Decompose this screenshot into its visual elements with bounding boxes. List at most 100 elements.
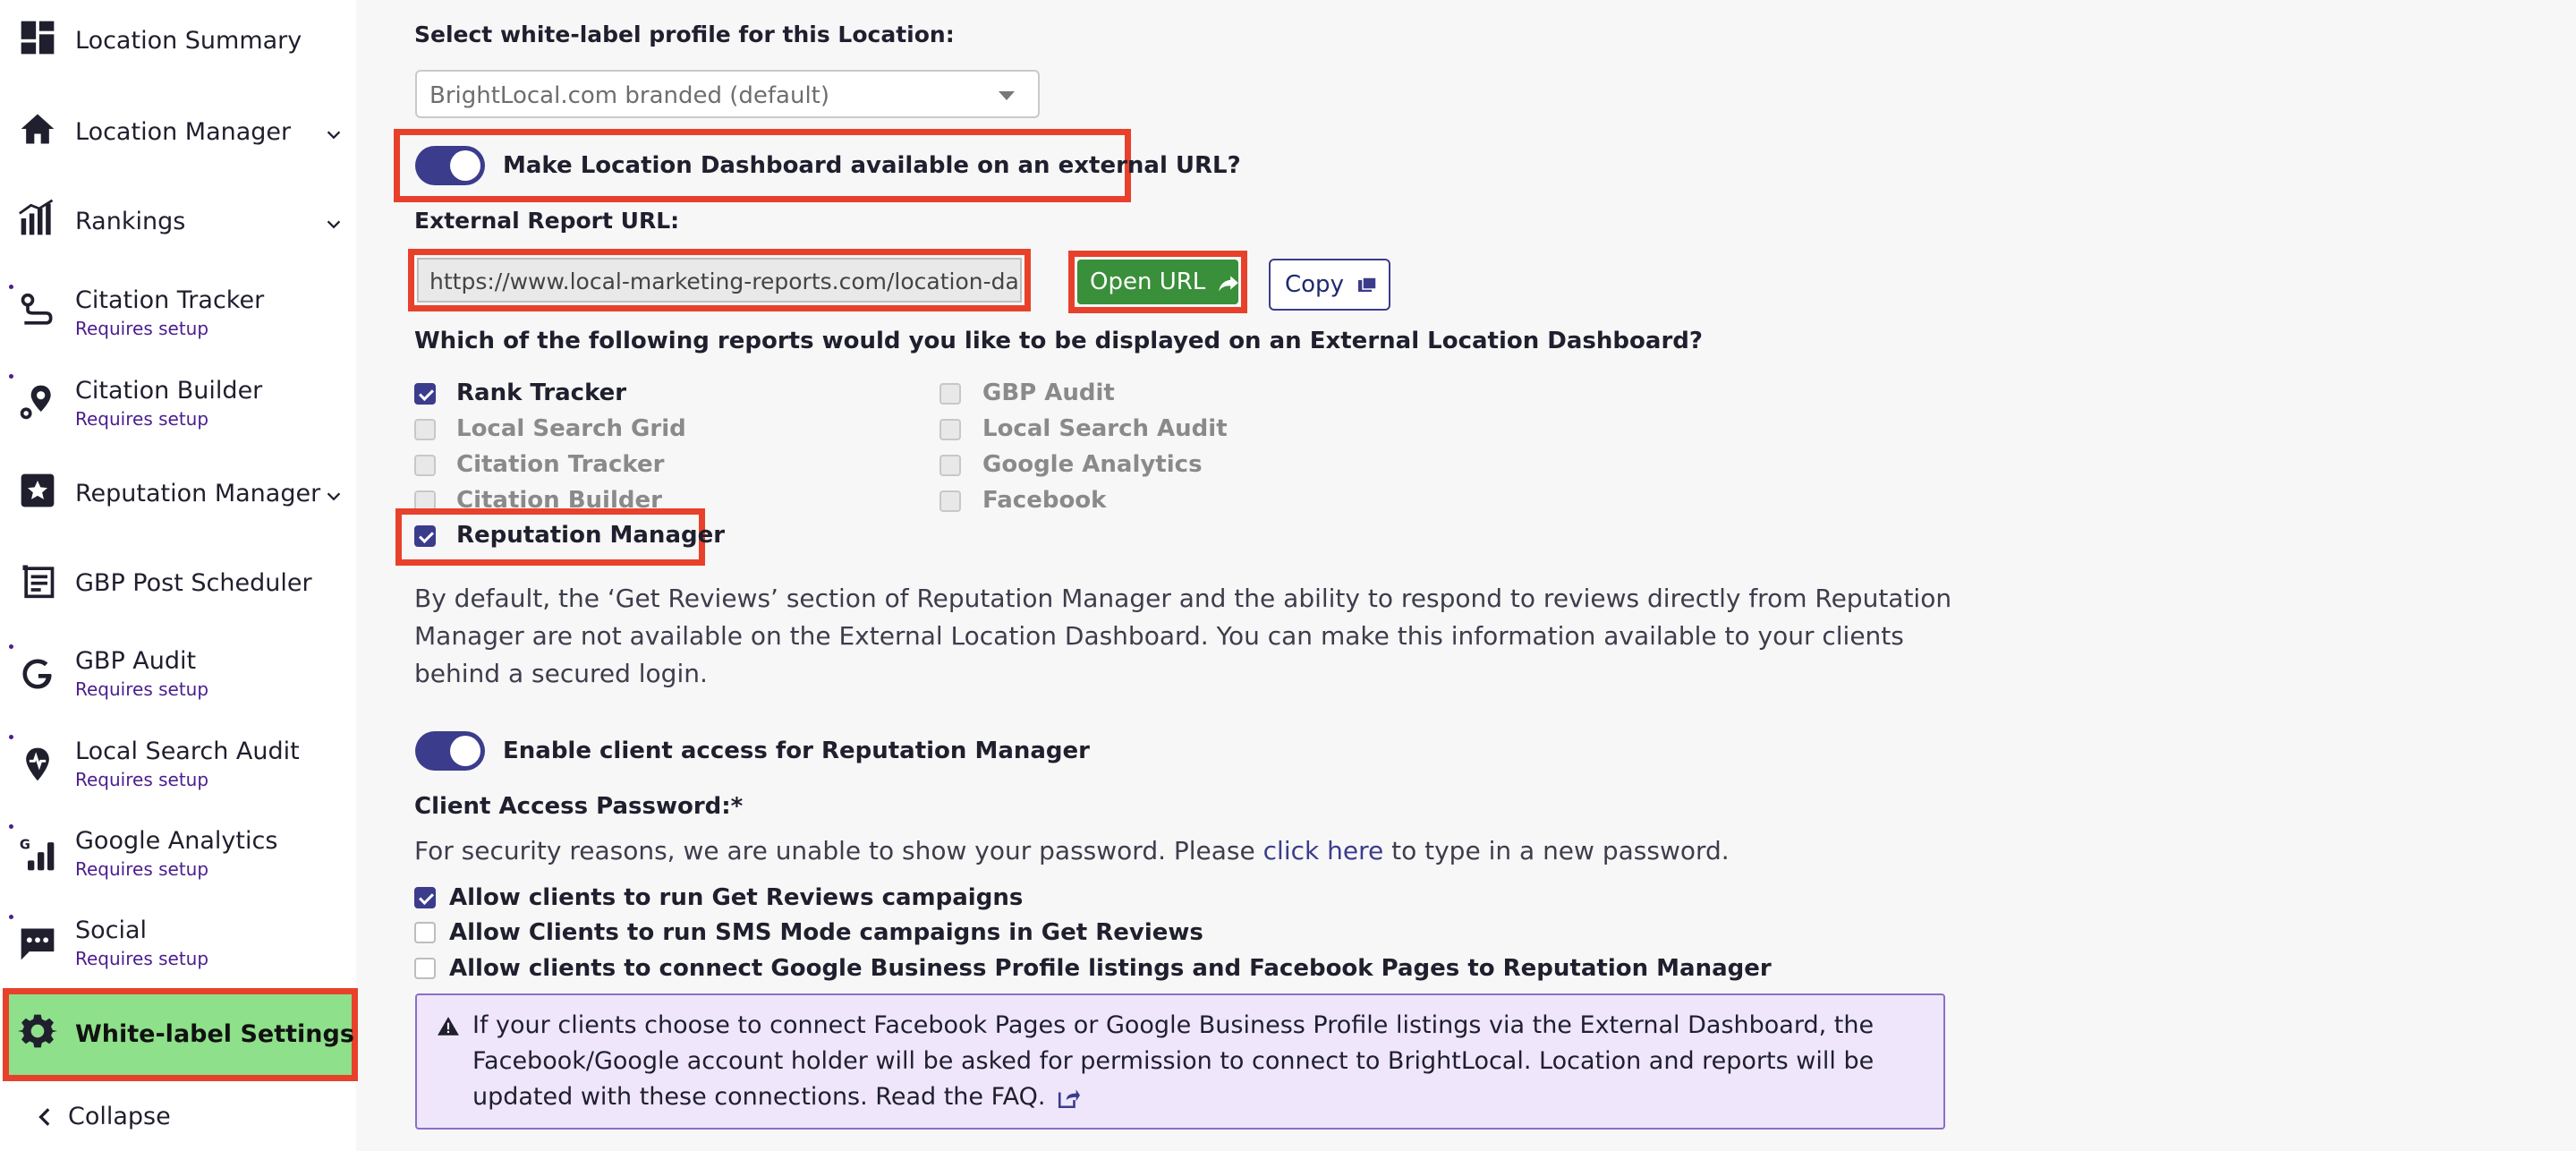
toggle-knob (450, 150, 480, 181)
select-value: BrightLocal.com branded (default) (429, 82, 830, 109)
home-icon (18, 109, 57, 149)
sidebar-item-social[interactable]: Social Requires setup (0, 915, 356, 977)
notice-text: If your clients choose to connect Facebo… (472, 1008, 1922, 1115)
requires-setup-label: Requires setup (75, 948, 209, 969)
password-label: Client Access Password:* (414, 793, 744, 820)
checkbox-connect-listings[interactable] (414, 958, 436, 979)
sidebar-item-label: White-label Settings (75, 1020, 354, 1048)
chat-bubble-icon (18, 924, 57, 963)
sidebar-item-citation-builder[interactable]: Citation Builder Requires setup (0, 375, 356, 438)
checkbox-label: Allow Clients to run SMS Mode campaigns … (449, 919, 1203, 946)
google-g-icon (18, 654, 57, 694)
external-url-input[interactable]: https://www.local-marketing-reports.com/… (417, 258, 1022, 303)
sidebar-item-label: Citation Tracker (75, 286, 265, 314)
checkbox-google-analytics[interactable] (939, 455, 961, 476)
sidebar-item-label: Social (75, 917, 148, 944)
client-access-label: Enable client access for Reputation Mana… (503, 737, 1090, 764)
gear-icon (18, 1011, 57, 1051)
checkbox-label: Google Analytics (982, 451, 1203, 478)
checkbox-label: Rank Tracker (456, 379, 627, 406)
sidebar-item-rankings[interactable]: Rankings (0, 199, 356, 252)
copy-icon (1358, 276, 1377, 292)
white-label-profile-select[interactable]: BrightLocal.com branded (default) (415, 70, 1040, 118)
sidebar-item-label: Citation Builder (75, 377, 263, 405)
requires-setup-label: Requires setup (75, 858, 209, 880)
requires-setup-label: Requires setup (75, 678, 209, 700)
requires-setup-label: Requires setup (75, 318, 209, 339)
sidebar-item-label: Location Manager (75, 118, 292, 146)
sidebar-item-gbp-audit[interactable]: GBP Audit Requires setup (0, 645, 356, 708)
sidebar-item-label: Reputation Manager (75, 480, 321, 507)
rankings-bars-icon (18, 199, 57, 238)
open-url-label: Open URL (1090, 269, 1206, 295)
sidebar-item-label: Rankings (75, 208, 186, 235)
caret-down-icon (999, 91, 1015, 100)
copy-button[interactable]: Copy (1269, 259, 1390, 311)
checkbox-label: GBP Audit (982, 379, 1115, 406)
route-icon (18, 292, 57, 331)
default-note: By default, the ‘Get Reviews’ section of… (414, 584, 1952, 688)
connection-notice: If your clients choose to connect Facebo… (415, 993, 1945, 1130)
requires-setup-label: Requires setup (75, 769, 209, 790)
collapse-label: Collapse (68, 1103, 171, 1130)
svg-text:G: G (20, 838, 30, 853)
password-note-text: For security reasons, we are unable to s… (414, 836, 1263, 865)
toggle-knob (450, 736, 480, 766)
checkbox-local-search-audit[interactable] (939, 419, 961, 440)
checkbox-rank-tracker[interactable] (414, 383, 436, 405)
chevron-down-icon[interactable] (324, 125, 344, 145)
checkbox-label: Local Search Grid (456, 415, 686, 442)
sidebar-item-white-label-settings[interactable]: White-label Settings (0, 1011, 356, 1065)
checkbox-reputation-manager[interactable] (414, 525, 436, 547)
password-note-text: to type in a new password. (1383, 836, 1730, 865)
sidebar-item-location-manager[interactable]: Location Manager (0, 109, 356, 163)
checkbox-label: Allow clients to run Get Reviews campaig… (449, 884, 1024, 911)
share-arrow-icon (1218, 275, 1238, 292)
sidebar-item-label: Location Summary (75, 27, 302, 55)
copy-label: Copy (1285, 271, 1344, 298)
checkbox-get-reviews-campaigns[interactable] (414, 887, 436, 908)
pin-pulse-icon (18, 745, 57, 784)
client-access-toggle[interactable] (415, 731, 485, 771)
checkbox-label: Allow clients to connect Google Business… (449, 955, 1772, 982)
sidebar-item-local-search-audit[interactable]: Local Search Audit Requires setup (0, 736, 356, 798)
external-url-label: External Report URL: (414, 208, 680, 234)
collapse-button[interactable]: Collapse (34, 1103, 171, 1130)
dashboard-grid-icon (18, 18, 57, 57)
sidebar-item-label: GBP Audit (75, 647, 197, 675)
sidebar-item-gbp-post-scheduler[interactable]: GBP Post Scheduler (0, 560, 356, 614)
sidebar-item-citation-tracker[interactable]: Citation Tracker Requires setup (0, 285, 356, 347)
checkbox-sms-mode[interactable] (414, 922, 436, 943)
external-toggle-label: Make Location Dashboard available on an … (503, 152, 1241, 179)
external-link-icon[interactable] (1057, 1087, 1081, 1110)
checkbox-label: Facebook (982, 487, 1107, 514)
analytics-bars-icon: G (18, 834, 57, 874)
chevron-down-icon[interactable] (324, 215, 344, 234)
click-here-link[interactable]: click here (1263, 836, 1384, 865)
checkbox-local-search-grid[interactable] (414, 419, 436, 440)
checkbox-facebook[interactable] (939, 490, 961, 512)
sidebar-item-label: GBP Post Scheduler (75, 569, 312, 597)
sidebar-item-reputation-manager[interactable]: Reputation Manager (0, 471, 356, 524)
checkbox-label: Local Search Audit (982, 415, 1228, 442)
star-badge-icon (18, 471, 57, 510)
warning-triangle-icon (438, 1017, 459, 1036)
external-url-toggle[interactable] (415, 146, 485, 185)
map-pin-icon (18, 382, 57, 422)
post-list-icon (18, 560, 57, 600)
open-url-button[interactable]: Open URL (1077, 260, 1238, 304)
sidebar-item-location-summary[interactable]: Location Summary (0, 18, 356, 72)
sidebar-item-label: Local Search Audit (75, 737, 300, 765)
reports-question: Which of the following reports would you… (414, 328, 1703, 354)
checkbox-label: Reputation Manager (456, 522, 726, 549)
sidebar-item-google-analytics[interactable]: G Google Analytics Requires setup (0, 825, 356, 888)
sidebar: Location Summary Location Manager Rankin… (0, 0, 358, 1151)
sidebar-item-label: Google Analytics (75, 827, 278, 855)
chevron-left-icon (38, 1107, 50, 1126)
checkbox-label: Citation Tracker (456, 451, 665, 478)
checkbox-gbp-audit[interactable] (939, 383, 961, 405)
requires-setup-label: Requires setup (75, 408, 209, 430)
chevron-down-icon[interactable] (324, 487, 344, 507)
checkbox-citation-tracker[interactable] (414, 455, 436, 476)
password-note: For security reasons, we are unable to s… (414, 832, 1730, 870)
